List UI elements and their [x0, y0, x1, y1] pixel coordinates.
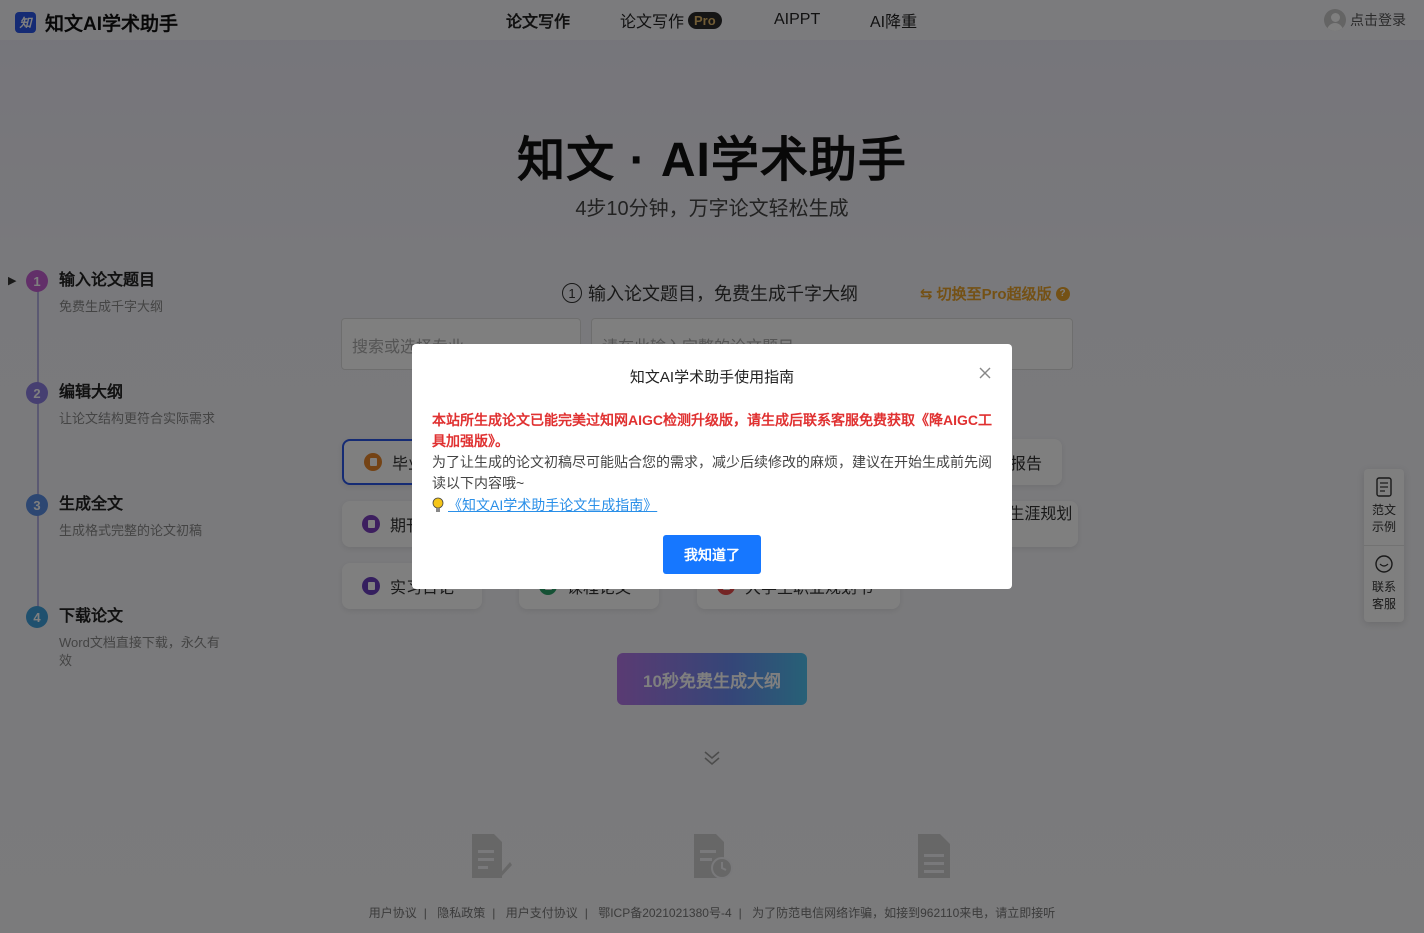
- modal-title: 知文AI学术助手使用指南: [629, 369, 795, 386]
- got-it-button[interactable]: 我知道了: [663, 535, 761, 574]
- guide-link[interactable]: 《知文AI学术助手论文生成指南》: [432, 495, 657, 515]
- close-icon[interactable]: [978, 366, 992, 380]
- guide-modal: 知文AI学术助手使用指南 本站所生成论文已能完美过知网AIGC检测升级版，请生成…: [412, 344, 1012, 589]
- modal-body-text: 为了让生成的论文初稿尽可能贴合您的需求，减少后续修改的麻烦，建议在开始生成前先阅…: [432, 454, 992, 491]
- modal-red-notice: 本站所生成论文已能完美过知网AIGC检测升级版，请生成后联系客服免费获取《降AI…: [432, 412, 992, 449]
- lightbulb-icon: [432, 497, 444, 512]
